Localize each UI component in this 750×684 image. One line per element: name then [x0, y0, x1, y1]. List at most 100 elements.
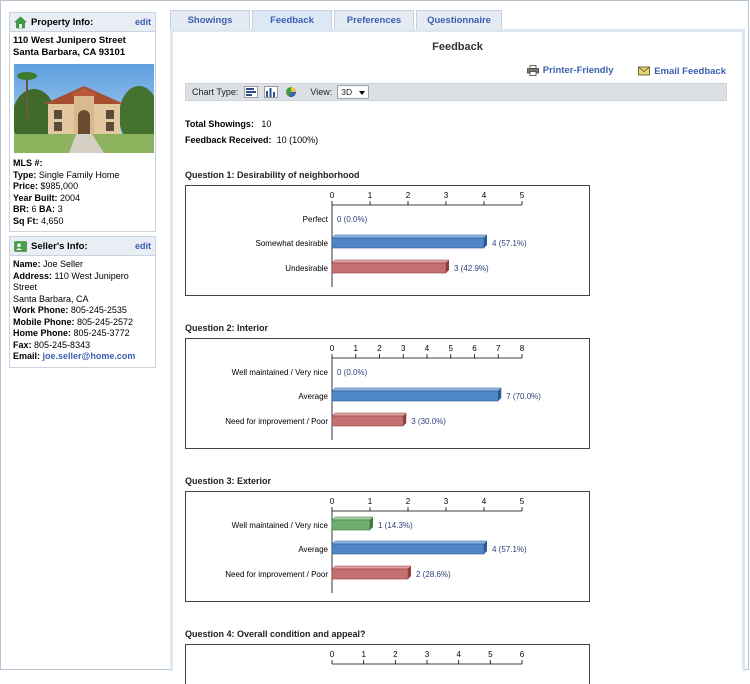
question-3-title: Question 3: Exterior — [185, 476, 272, 486]
tab-questionnaire[interactable]: Questionnaire — [416, 10, 502, 30]
data-label-0: 0 (0.0%) — [337, 368, 368, 377]
view-label: View: — [310, 87, 333, 97]
tick-label-5: 5 — [449, 344, 454, 353]
fax-label: Fax: — [13, 339, 32, 350]
tick-label-2: 2 — [393, 650, 398, 659]
tick-label-4: 4 — [456, 650, 461, 659]
question-4-chart: 0 1 2 3 4 5 6 — [185, 644, 590, 684]
mls-label: MLS #: — [13, 158, 43, 168]
page-title: Feedback — [432, 41, 483, 53]
seller-info-box: Seller's Info: edit Name: Joe Seller Add… — [9, 236, 156, 368]
vertical-bar-chart-icon[interactable] — [264, 86, 279, 98]
bar-top-1 — [331, 540, 488, 545]
tick-label-6: 6 — [520, 650, 525, 659]
printer-friendly-label: Printer-Friendly — [542, 65, 614, 76]
seller-name-label: Name: — [13, 259, 41, 269]
view-select[interactable]: 3D — [337, 85, 370, 99]
printer-friendly-link[interactable]: Printer-Friendly — [526, 65, 614, 76]
category-label-2: Need for improvement / Poor — [225, 417, 328, 426]
tick-label-3: 3 — [444, 497, 449, 506]
category-label-0: Well maintained / Very nice — [232, 521, 329, 530]
chevron-down-icon — [359, 91, 366, 95]
feedback-received-value: 10 (100%) — [276, 135, 319, 145]
seller-info-title: Seller's Info: — [31, 241, 88, 252]
tick-label-2: 2 — [406, 191, 411, 200]
mobile-phone-value: 805-245-2572 — [77, 316, 134, 327]
sqft-label: Sq Ft: — [13, 215, 39, 226]
question-2-title: Question 2: Interior — [185, 323, 269, 333]
bar-1 — [331, 390, 499, 402]
sqft-value: 4,650 — [41, 215, 64, 226]
question-4-title: Question 4: Overall condition and appeal… — [185, 629, 366, 639]
chart-svg: 0 1 2 3 4 5 Well maintained / Very nice 1 (14.3… — [225, 497, 527, 593]
chart-toolbar: Chart Type: View: 3D — [185, 83, 727, 101]
email-feedback-link[interactable]: Email Feedback — [638, 66, 726, 77]
question-1-title: Question 1: Desirability of neighborhood — [185, 170, 360, 180]
house-icon — [14, 16, 27, 29]
home-phone-value: 805-245-3772 — [73, 328, 130, 338]
total-showings-value: 10 — [261, 119, 272, 129]
tab-feedback[interactable]: Feedback — [252, 10, 332, 30]
tab-showings[interactable]: Showings — [170, 10, 250, 30]
data-label-0: 1 (14.3%) — [378, 521, 413, 530]
bar-top-2 — [331, 259, 450, 264]
property-address-line2: Santa Barbara, CA 93101 — [13, 46, 126, 58]
question-1-chart: 0 1 2 3 4 5 Perfect 0 (0.0%) Somewhat desirable 4… — [185, 185, 590, 296]
tick-label-0: 0 — [330, 191, 335, 200]
ba-label: BA: — [39, 204, 56, 214]
email-feedback-label: Email Feedback — [654, 65, 726, 77]
seller-edit-link[interactable]: edit — [135, 241, 151, 251]
home-phone-label: Home Phone: — [13, 328, 72, 338]
envelope-icon — [638, 66, 651, 76]
work-phone-label: Work Phone: — [13, 305, 69, 315]
horizontal-bar-chart-icon[interactable] — [244, 86, 259, 98]
chart-svg: 0 1 2 3 4 5 6 — [330, 650, 525, 665]
category-label-1: Somewhat desirable — [256, 239, 329, 248]
br-value: 6 — [31, 204, 37, 214]
work-phone-value: 805-245-2535 — [70, 305, 127, 315]
tick-label-0: 0 — [330, 344, 335, 353]
ba-value: 3 — [57, 204, 63, 214]
category-label-2: Need for improvement / Poor — [225, 570, 328, 579]
chart-svg: 0 1 2 3 4 5 Perfect 0 (0.0%) Somewhat desirable 4… — [256, 191, 527, 287]
property-info-box: Property Info: edit 110 West Junipero St… — [9, 12, 156, 232]
seller-city: Santa Barbara, CA — [13, 293, 89, 304]
tick-label-6: 6 — [472, 344, 477, 353]
total-showings-label: Total Showings: — [185, 119, 254, 129]
fax-value: 805-245-8343 — [34, 339, 91, 350]
data-label-1: 4 (57.1%) — [492, 239, 527, 248]
price-label: Price: — [13, 181, 39, 191]
mobile-phone-label: Mobile Phone: — [13, 316, 75, 327]
tick-label-0: 0 — [330, 497, 335, 506]
seller-address-label: Address: — [13, 270, 53, 281]
bar-top-1 — [331, 387, 502, 392]
category-label-2: Undesirable — [285, 264, 328, 273]
seller-email-link[interactable]: joe.seller@home.com — [43, 351, 136, 361]
property-edit-link[interactable]: edit — [135, 17, 151, 27]
tick-label-5: 5 — [488, 650, 493, 659]
tab-preferences[interactable]: Preferences — [334, 10, 414, 30]
chart-type-label: Chart Type: — [192, 87, 239, 97]
bar-top-0 — [331, 516, 374, 521]
tick-label-5: 5 — [520, 497, 525, 506]
bar-1 — [331, 237, 485, 249]
pie-chart-icon[interactable] — [284, 86, 298, 98]
data-label-2: 2 (28.6%) — [416, 570, 451, 579]
bar-2 — [331, 262, 447, 274]
category-label-0: Well maintained / Very nice — [232, 368, 329, 377]
data-label-2: 3 (42.9%) — [454, 264, 489, 273]
tick-label-3: 3 — [425, 650, 430, 659]
tick-label-1: 1 — [361, 650, 366, 659]
panel-actions: Printer-Friendly Email Feedback — [505, 65, 726, 79]
property-address-line1: 110 West Junipero Street — [13, 35, 126, 46]
bar-top-2 — [331, 412, 407, 417]
view-select-value: 3D — [341, 87, 353, 97]
price-value: $985,000 — [40, 181, 79, 191]
tick-label-4: 4 — [482, 191, 487, 200]
category-label-0: Perfect — [303, 215, 329, 224]
bar-1 — [331, 543, 485, 555]
property-info-title: Property Info: — [31, 17, 94, 28]
tick-label-8: 8 — [520, 344, 525, 353]
data-label-1: 7 (70.0%) — [506, 392, 541, 401]
feedback-received-label: Feedback Received: — [185, 135, 272, 145]
